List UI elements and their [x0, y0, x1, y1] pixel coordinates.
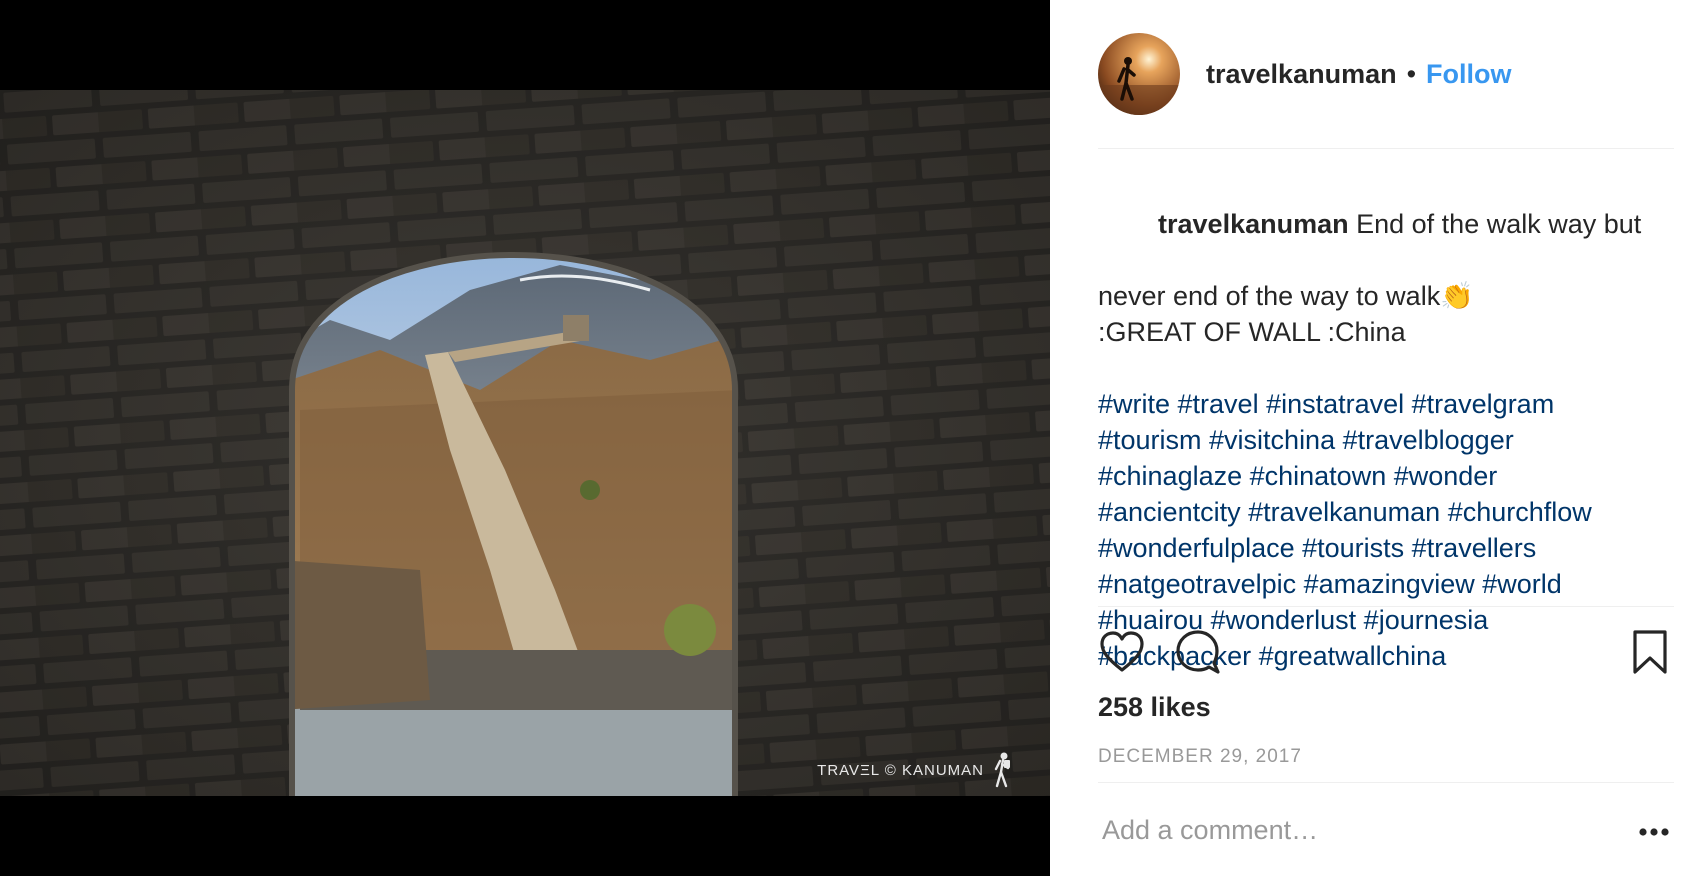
header-username[interactable]: travelkanuman	[1206, 59, 1397, 90]
post-sidebar: travelkanuman • Follow travelkanuman End…	[1050, 0, 1688, 876]
separator-dot: •	[1406, 58, 1417, 89]
comment-input[interactable]	[1098, 808, 1602, 852]
caption-username[interactable]: travelkanuman	[1158, 209, 1349, 239]
hiker-logo-icon	[994, 752, 1010, 788]
like-button[interactable]	[1098, 628, 1146, 676]
avatar-image	[1098, 33, 1180, 115]
save-button[interactable]	[1626, 628, 1674, 676]
hashtag-line[interactable]: #write #travel #instatravel #travelgram	[1098, 386, 1668, 422]
watermark: TRAVΞL © KANUMAN	[817, 752, 1014, 788]
caption-line-3: :GREAT OF WALL :China	[1098, 317, 1406, 347]
comment-button[interactable]	[1174, 628, 1222, 676]
follow-button[interactable]: Follow	[1426, 59, 1511, 90]
hashtag-line[interactable]: #wonderfulplace #tourists #travellers	[1098, 530, 1668, 566]
comment-icon	[1176, 630, 1220, 674]
post-caption: travelkanuman End of the walk way but ne…	[1098, 170, 1668, 674]
post-photo: TRAVΞL © KANUMAN	[0, 90, 1050, 796]
post-date[interactable]: DECEMBER 29, 2017	[1098, 746, 1302, 768]
hashtag-line[interactable]: #tourism #visitchina #travelblogger	[1098, 422, 1668, 458]
post-media[interactable]: TRAVΞL © KANUMAN	[0, 0, 1050, 876]
avatar[interactable]	[1098, 33, 1180, 115]
actions-divider	[1098, 606, 1674, 607]
comment-divider	[1098, 782, 1674, 783]
action-bar	[1098, 628, 1674, 676]
hashtag-line[interactable]: #ancientcity #travelkanuman #churchflow	[1098, 494, 1668, 530]
likes-count[interactable]: 258 likes	[1098, 692, 1211, 723]
instagram-post: TRAVΞL © KANUMAN travelkanuman • Follow …	[0, 0, 1688, 876]
heart-icon	[1100, 631, 1144, 672]
hashtag-line[interactable]: #chinaglaze #chinatown #wonder	[1098, 458, 1668, 494]
great-wall-arch-photo	[0, 90, 1050, 796]
bookmark-icon	[1633, 630, 1667, 674]
caption-line-1: End of the walk way but	[1348, 209, 1642, 239]
post-header: travelkanuman • Follow	[1098, 30, 1674, 149]
hashtag-line[interactable]: #natgeotravelpic #amazingview #world	[1098, 566, 1668, 602]
caption-line-2: never end of the way to walk👏	[1098, 281, 1474, 311]
watermark-text: TRAVΞL © KANUMAN	[817, 761, 984, 779]
more-options-icon[interactable]	[1638, 826, 1670, 838]
